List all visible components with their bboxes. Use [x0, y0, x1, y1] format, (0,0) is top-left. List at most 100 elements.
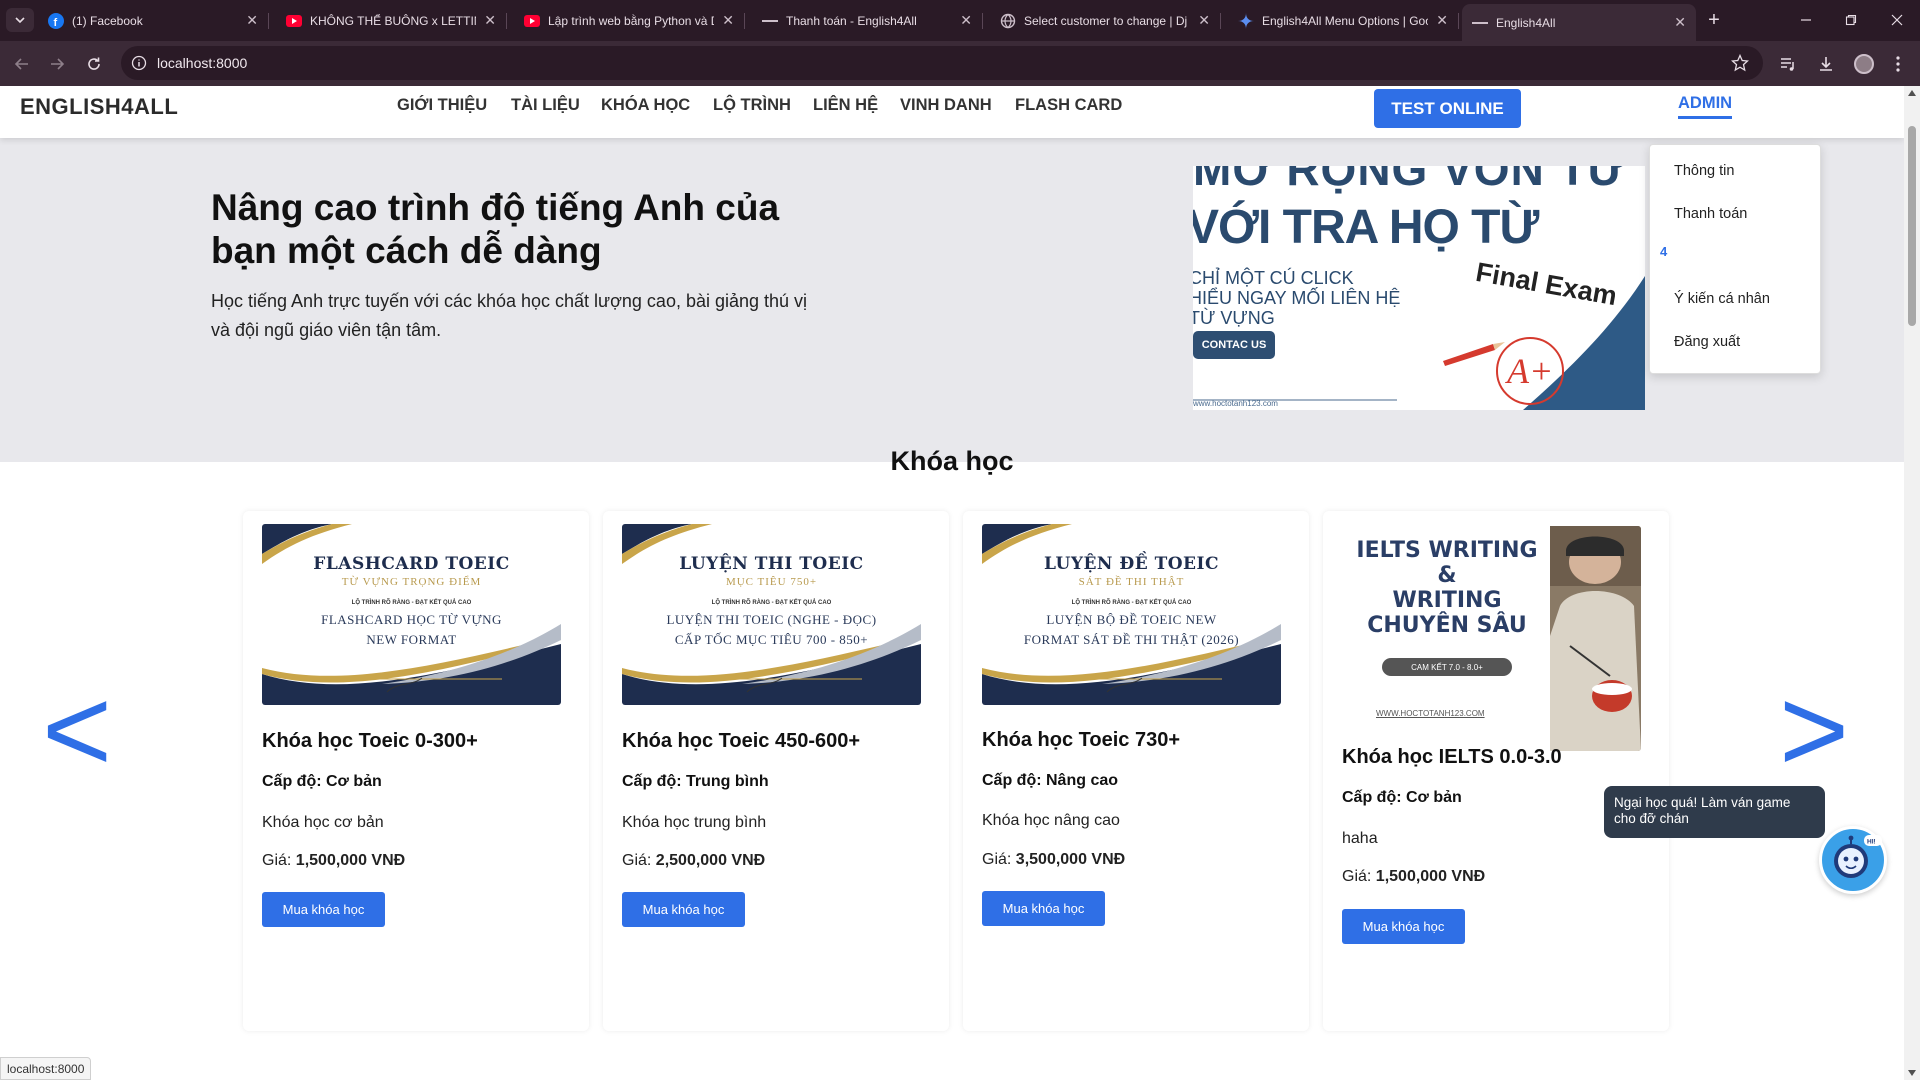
course-image-heading: LUYỆN THI TOEIC [679, 554, 864, 574]
page-scrollbar[interactable] [1904, 86, 1920, 1080]
gemini-icon [1238, 12, 1254, 29]
site-logo[interactable]: ENGLISH4ALL [20, 94, 178, 120]
chat-bubble[interactable]: Ngại học quá! Làm ván game cho đỡ chán [1604, 786, 1825, 838]
site-info-icon[interactable] [131, 55, 147, 71]
url-text[interactable]: localhost:8000 [157, 55, 247, 71]
browser-tab-bar: f (1) Facebook ✕ KHÔNG THỂ BUÔNG x LETTI… [0, 0, 1920, 41]
hero-section: Nâng cao trình độ tiếng Anh của bạn một … [0, 86, 1904, 462]
price-label: Giá: [982, 851, 1012, 868]
course-image-subheading: MỤC TIÊU 750+ [725, 576, 818, 588]
tab-title: Select customer to change | Dj [1024, 13, 1188, 28]
tab-title: (1) Facebook [72, 13, 143, 28]
svg-text:A+: A+ [1505, 351, 1553, 391]
close-icon[interactable]: ✕ [484, 12, 496, 29]
scroll-down-arrow[interactable] [1908, 1070, 1916, 1076]
media-control-button[interactable] [1776, 52, 1800, 76]
nav-link-lo-trinh[interactable]: LỘ TRÌNH [713, 96, 791, 115]
browser-tab[interactable]: English4All Menu Options | Goo ✕ [1228, 6, 1459, 35]
course-title[interactable]: Khóa học Toeic 0-300+ [262, 730, 478, 753]
site-header: ENGLISH4ALL GIỚI THIỆU TÀI LIỆU KHÓA HỌC… [0, 86, 1904, 138]
course-title[interactable]: Khóa học Toeic 450-600+ [622, 730, 860, 753]
tab-search-button[interactable] [6, 8, 34, 32]
chat-bot-button[interactable]: HI! [1819, 826, 1887, 894]
menu-button[interactable] [1886, 52, 1910, 76]
course-image-line: CHUYÊN SÂU [1367, 613, 1527, 638]
browser-tab[interactable]: Select customer to change | Dj ✕ [990, 6, 1221, 35]
download-icon [1820, 57, 1832, 71]
course-image-text: FLASHCARD HỌC TỪ VỰNG [321, 612, 502, 627]
nav-link-gioi-thieu[interactable]: GIỚI THIỆU [397, 96, 487, 115]
course-level: Cấp độ: Cơ bản [262, 773, 382, 790]
course-title[interactable]: Khóa học IELTS 0.0-3.0 [1342, 746, 1562, 769]
course-image-website: WWW.HOCTOTANH123.COM [1376, 709, 1485, 718]
menu-item-thanh-toan[interactable]: Thanh toán [1674, 206, 1747, 222]
course-card: FLASHCARD TOEIC TỪ VỰNG TRỌNG ĐIỂM LỘ TR… [243, 511, 589, 1031]
url-bar[interactable]: localhost:8000 [121, 46, 1763, 80]
close-icon[interactable]: ✕ [1198, 12, 1210, 29]
close-icon[interactable]: ✕ [246, 12, 258, 29]
nav-link-flash-card[interactable]: FLASH CARD [1015, 96, 1122, 115]
carousel-next-button[interactable]: > [1779, 670, 1849, 790]
admin-menu-toggle[interactable]: ADMIN [1678, 94, 1733, 119]
course-image-tagline: LỘ TRÌNH RÕ RÀNG - ĐẠT KẾT QUẢ CAO [351, 600, 472, 606]
back-button[interactable] [10, 52, 34, 76]
close-icon[interactable]: ✕ [1674, 14, 1686, 31]
restore-button[interactable] [1836, 8, 1866, 32]
tab-title: English4All Menu Options | Goo [1262, 13, 1429, 28]
carousel-prev-button[interactable]: < [42, 670, 112, 790]
buy-course-button[interactable]: Mua khóa học [262, 892, 385, 927]
courses-section-title: Khóa học [890, 446, 1014, 476]
course-image-photo [1550, 526, 1641, 751]
menu-item-y-kien[interactable]: Ý kiến cá nhân [1674, 291, 1770, 307]
nav-link-tai-lieu[interactable]: TÀI LIỆU [511, 96, 580, 115]
browser-tab[interactable]: f (1) Facebook ✕ [38, 6, 269, 35]
close-icon[interactable]: ✕ [722, 12, 734, 29]
arrow-left-icon [14, 58, 28, 70]
reload-button[interactable] [82, 52, 106, 76]
buy-course-button[interactable]: Mua khóa học [622, 892, 745, 927]
course-image: IELTS WRITING & WRITING CHUYÊN SÂU CAM K… [1342, 526, 1641, 751]
menu-item-thong-tin[interactable]: Thông tin [1674, 163, 1734, 179]
course-image-text: NEW FORMAT [366, 632, 457, 647]
forward-button[interactable] [45, 52, 69, 76]
nav-link-lien-he[interactable]: LIÊN HỆ [813, 96, 878, 115]
new-tab-button[interactable]: + [1702, 8, 1726, 32]
close-icon [1891, 14, 1903, 26]
chat-icon-tag: HI! [1867, 839, 1876, 846]
hero-title: Nâng cao trình độ tiếng Anh của bạn một … [211, 187, 780, 271]
course-description: Khóa học cơ bản [262, 814, 384, 831]
close-window-button[interactable] [1882, 8, 1912, 32]
price-label: Giá: [262, 852, 292, 869]
course-image: LUYỆN ĐỀ TOEIC SÁT ĐỀ THI THẬT LỘ TRÌNH … [982, 524, 1281, 705]
nav-link-khoa-hoc[interactable]: KHÓA HỌC [601, 96, 690, 115]
close-icon[interactable]: ✕ [960, 12, 972, 29]
hero-subtitle: Học tiếng Anh trực tuyến với các khóa họ… [211, 291, 808, 340]
nav-link-vinh-danh[interactable]: VINH DANH [900, 96, 992, 115]
browser-tab[interactable]: Thanh toán - English4All ✕ [752, 6, 983, 35]
course-card: LUYỆN ĐỀ TOEIC SÁT ĐỀ THI THẬT LỘ TRÌNH … [963, 511, 1309, 1031]
downloads-button[interactable] [1814, 52, 1838, 76]
arrow-right-icon [51, 58, 65, 70]
buy-course-button[interactable]: Mua khóa học [1342, 909, 1465, 944]
notification-badge: 4 [1660, 244, 1668, 259]
course-price: Giá: 1,500,000 VNĐ [262, 852, 405, 870]
close-icon[interactable]: ✕ [1436, 12, 1448, 29]
browser-tab[interactable]: Lập trình web bằng Python và D ✕ [514, 6, 745, 35]
price-value: 3,500,000 VNĐ [1015, 851, 1126, 868]
browser-tab[interactable]: KHÔNG THỂ BUÔNG x LETTING ✕ [276, 6, 507, 35]
browser-tab-active[interactable]: English4All ✕ [1462, 4, 1696, 41]
price-label: Giá: [1342, 868, 1372, 885]
course-image-tagline: LỘ TRÌNH RÕ RÀNG - ĐẠT KẾT QUẢ CAO [1071, 600, 1192, 606]
course-description: Khóa học trung bình [622, 814, 767, 831]
minimize-button[interactable] [1791, 8, 1821, 32]
test-online-button[interactable]: TEST ONLINE [1374, 89, 1521, 128]
course-title[interactable]: Khóa học Toeic 730+ [982, 729, 1180, 752]
profile-button[interactable] [1852, 52, 1876, 76]
course-card: LUYỆN THI TOEIC MỤC TIÊU 750+ LỘ TRÌNH R… [603, 511, 949, 1031]
buy-course-button[interactable]: Mua khóa học [982, 891, 1105, 926]
scroll-up-arrow[interactable] [1908, 90, 1916, 96]
bookmark-star-icon[interactable] [1731, 54, 1749, 72]
menu-item-dang-xuat[interactable]: Đăng xuất [1674, 334, 1740, 350]
scroll-thumb[interactable] [1908, 126, 1916, 326]
admin-dropdown-menu: Thông tin Thanh toán 4 Ý kiến cá nhân Đă… [1649, 144, 1821, 374]
